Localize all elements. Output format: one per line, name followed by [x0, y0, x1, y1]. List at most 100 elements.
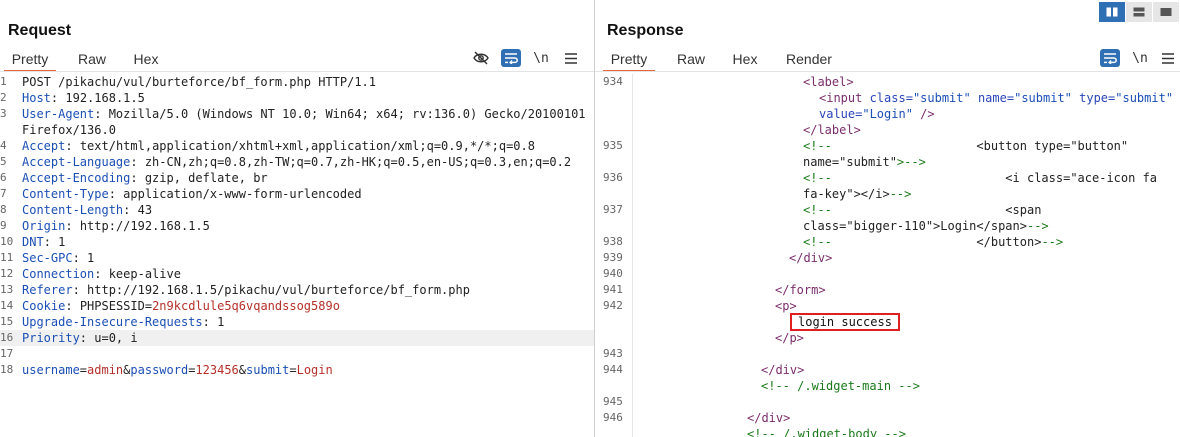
newline-toggle-button[interactable]: \n [1130, 49, 1150, 67]
code-token: "submit" [912, 91, 971, 105]
response-editor[interactable]: 934 <label> <input class="submit" name="su… [595, 74, 1180, 437]
header-colon: : [72, 283, 80, 297]
line-number: 934 [603, 75, 623, 88]
request-line: 12 Connection: keep-alive [0, 266, 594, 282]
response-line: 946 </div> [595, 410, 1180, 426]
response-tab-hex[interactable]: Hex [727, 50, 763, 72]
body-equals: = [79, 363, 88, 377]
word-wrap-icon[interactable] [501, 49, 521, 67]
code-token: class="bigger-110">Login</span> [803, 219, 1027, 233]
header-value: 1 [209, 315, 225, 329]
request-line: 6 Accept-Encoding: gzip, deflate, br [0, 170, 594, 186]
response-tab-render[interactable]: Render [781, 50, 837, 72]
request-line-text: Upgrade-Insecure-Requests: 1 [22, 314, 224, 330]
layout-buttons [1099, 2, 1180, 22]
newline-toggle-button[interactable]: \n [531, 49, 551, 67]
response-line: 936 <!-- <i class="ace-icon fa [595, 170, 1180, 186]
header-name: Cookie [22, 299, 66, 313]
header-name: DNT [22, 235, 44, 249]
request-line-text: Accept: text/html,application/xhtml+xml,… [22, 138, 535, 154]
request-line: 15 Upgrade-Insecure-Requests: 1 [0, 314, 594, 330]
request-line: 17 [0, 346, 594, 362]
code-token: type= [1071, 91, 1116, 105]
response-line-text: <!-- <button type="button" [803, 138, 1128, 154]
split-horizontal-icon[interactable] [1126, 2, 1152, 22]
request-editor[interactable]: 1 POST /pikachu/vul/burteforce/bf_form.ph… [0, 74, 594, 437]
request-line-text: username=admin&password=123456&submit=Lo… [22, 362, 333, 378]
line-number: 9 [0, 219, 7, 232]
request-line: 7 Content-Type: application/x-www-form-ur… [0, 186, 594, 202]
request-tab-pretty[interactable]: Pretty [4, 50, 56, 72]
header-value: zh-CN,zh;q=0.8,zh-TW;q=0.7,zh-HK;q=0.5,e… [137, 155, 572, 169]
line-number: 4 [0, 139, 7, 152]
response-tab-pretty[interactable]: Pretty [603, 50, 655, 72]
code-token: class= [869, 91, 913, 105]
response-line-text: </form> [775, 282, 826, 298]
response-line-text: </div> [761, 362, 804, 378]
header-value: 1 [50, 235, 66, 249]
line-number: 14 [0, 299, 14, 312]
line-number: 6 [0, 171, 7, 184]
header-value: u=0, i [87, 331, 138, 345]
response-line-text: class="bigger-110">Login</span>--> [803, 218, 1049, 234]
response-line: 935 <!-- <button type="button" [595, 138, 1180, 154]
menu-icon[interactable] [561, 49, 581, 67]
body-param-value: 123456 [195, 363, 239, 377]
request-line: 13 Referer: http://192.168.1.5/pikachu/vu… [0, 282, 594, 298]
line-number: 940 [603, 267, 623, 280]
line-number: 2 [0, 91, 7, 104]
header-name: Accept [22, 139, 66, 153]
request-line: 9 Origin: http://192.168.1.5 [0, 218, 594, 234]
request-line: 16 Priority: u=0, i [0, 330, 594, 346]
code-token: --> [889, 187, 912, 201]
menu-icon[interactable] [1158, 49, 1178, 67]
response-line: <!-- /.widget-main --> [595, 378, 1180, 394]
code-token: <!-- /.widget-body --> [747, 427, 906, 437]
header-name: Sec-GPC [22, 251, 73, 265]
request-line-text: Firefox/136.0 [22, 122, 116, 138]
line-number: 942 [603, 299, 623, 312]
request-tab-raw[interactable]: Raw [74, 50, 110, 72]
login-success-message: login success [790, 313, 900, 331]
response-line-text: name="submit">--> [803, 154, 926, 170]
single-pane-icon[interactable] [1153, 2, 1179, 22]
word-wrap-icon[interactable] [1100, 49, 1120, 67]
code-token: >--> [896, 155, 926, 169]
request-line: 3 User-Agent: Mozilla/5.0 (Windows NT 10.… [0, 106, 594, 122]
request-line-text: User-Agent: Mozilla/5.0 (Windows NT 10.0… [22, 106, 586, 122]
line-number: 1 [0, 75, 7, 88]
header-name: Referer [22, 283, 73, 297]
response-line: 942 <p> [595, 298, 1180, 314]
line-number: 946 [603, 411, 623, 424]
response-line: name="submit">--> [595, 154, 1180, 170]
code-token: "Login" [862, 107, 913, 121]
header-name: Connection [22, 267, 95, 281]
split-vertical-icon[interactable] [1099, 2, 1125, 22]
code-token: <!-- [803, 235, 832, 249]
line-number: 935 [603, 139, 623, 152]
request-pane: Request Pretty Raw Hex \n 1 POST /pikachu… [0, 0, 594, 437]
response-line: value="Login" /> [595, 106, 1180, 122]
header-name: Accept-Encoding [22, 171, 131, 185]
header-colon: : [65, 219, 73, 233]
line-number: 16 [0, 331, 14, 344]
line-number: 936 [603, 171, 623, 184]
body-ampersand: & [238, 363, 247, 377]
header-name: Origin [22, 219, 66, 233]
header-name: Accept-Language [22, 155, 131, 169]
request-line-text: Accept-Encoding: gzip, deflate, br [22, 170, 268, 186]
code-token: </div> [761, 363, 805, 377]
response-line-text: </p> [775, 330, 804, 346]
code-token: </form> [775, 283, 826, 297]
request-line: 8 Content-Length: 43 [0, 202, 594, 218]
request-line-text: Content-Type: application/x-www-form-url… [22, 186, 362, 202]
request-tab-hex[interactable]: Hex [128, 50, 164, 72]
body-equals: = [289, 363, 297, 377]
code-token: value= [819, 107, 863, 121]
eye-off-icon[interactable] [471, 49, 491, 67]
code-token: <span [1005, 203, 1042, 217]
header-colon: : [202, 315, 210, 329]
header-colon: : [43, 235, 51, 249]
response-tab-raw[interactable]: Raw [673, 50, 709, 72]
